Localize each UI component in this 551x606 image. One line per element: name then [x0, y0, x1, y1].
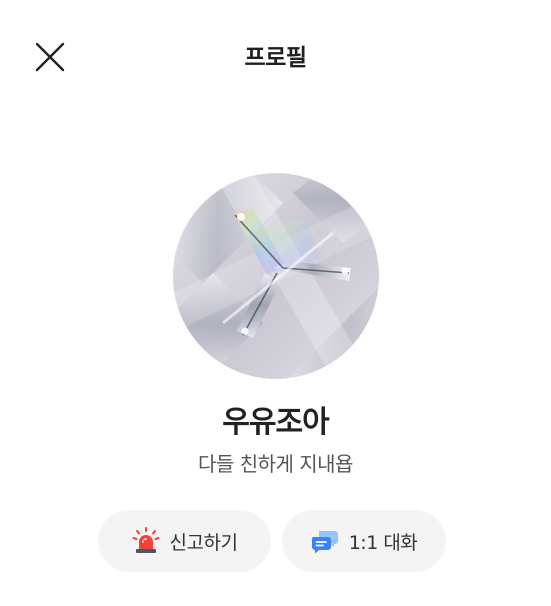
- profile-page: 프로필 우유조아 다들 친하게 지내욥 신고하기 1:1 대화: [0, 0, 551, 606]
- avatar: [173, 173, 379, 379]
- siren-icon: [132, 527, 160, 555]
- chat-button[interactable]: 1:1 대화: [282, 510, 446, 572]
- chat-button-label: 1:1 대화: [348, 531, 418, 554]
- chat-bubbles-icon: [311, 527, 339, 555]
- page-title: 프로필: [244, 45, 307, 71]
- profile-nickname: 우유조아: [222, 405, 329, 440]
- report-button-label: 신고하기: [169, 531, 238, 554]
- report-button[interactable]: 신고하기: [98, 510, 271, 572]
- profile-status-message: 다들 친하게 지내욥: [198, 452, 353, 476]
